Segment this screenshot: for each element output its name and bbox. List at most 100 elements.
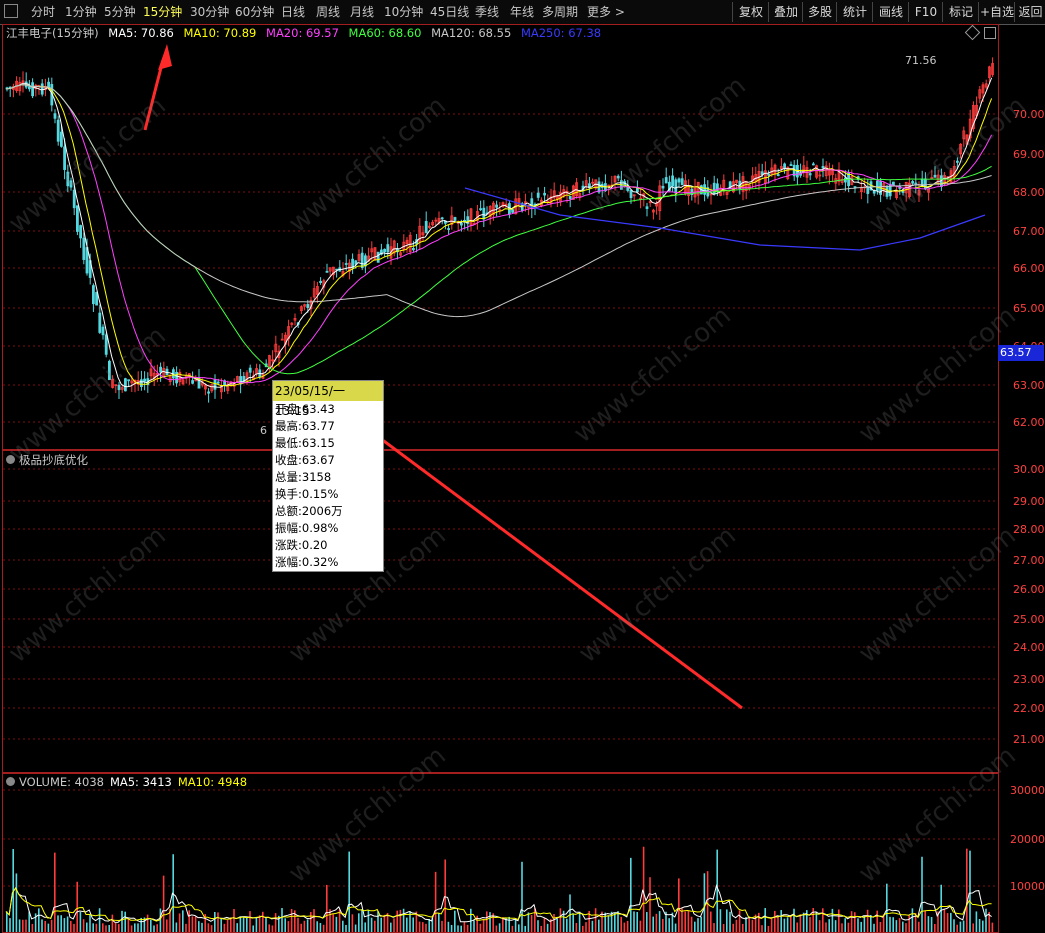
volume-bar — [383, 914, 386, 932]
candle-body — [143, 378, 147, 382]
volume-bar — [578, 911, 581, 932]
candle-body — [789, 164, 793, 166]
candle-body — [306, 304, 310, 308]
volume-bar — [191, 916, 194, 932]
volume-bar — [905, 923, 907, 932]
volume-bar — [818, 920, 821, 932]
volume-bar — [441, 920, 443, 932]
candle-body — [213, 379, 217, 390]
volume-bar — [230, 917, 232, 932]
volume-bar — [268, 924, 270, 932]
volume-ma5-label: MA5: 3413 — [109, 775, 172, 789]
candle-body — [31, 82, 35, 97]
volume-bar — [18, 919, 21, 932]
volume-bar — [473, 920, 475, 932]
indicator-y-tick: 24.00 — [1013, 641, 1045, 654]
volume-bar — [985, 908, 987, 932]
volume-bar — [70, 920, 72, 932]
candle-body — [482, 207, 486, 220]
stock-title: 江丰电子(15分钟) — [6, 26, 99, 40]
ma10-label: MA10: 70.89 — [183, 26, 257, 40]
indicator-y-tick: 30.00 — [1013, 463, 1045, 476]
kline-chart-canvas[interactable] — [0, 0, 1045, 933]
volume-bar — [591, 920, 594, 932]
tooltip-amplitude: 振幅:0.98% — [275, 521, 339, 535]
volume-bar — [63, 918, 66, 932]
volume-bar — [831, 908, 834, 932]
volume-bar — [185, 923, 187, 932]
volume-bar — [418, 921, 421, 932]
volume-bar — [764, 908, 766, 932]
volume-bar — [156, 924, 158, 932]
volume-y-tick: 30000 — [1010, 784, 1045, 797]
volume-bar — [249, 911, 251, 932]
tooltip-volume: 总量:3158 — [275, 470, 332, 484]
volume-bar — [783, 918, 786, 932]
volume-bar — [454, 910, 456, 932]
indicator-y-tick: 29.00 — [1013, 495, 1045, 508]
volume-bar — [457, 925, 459, 932]
tooltip-change-pct: 涨幅:0.32% — [275, 555, 339, 569]
volume-bar — [319, 923, 322, 932]
volume-bar — [313, 909, 315, 932]
volume-bar — [390, 922, 392, 932]
volume-bar — [223, 923, 226, 932]
volume-bar — [367, 909, 370, 932]
volume-bar — [76, 881, 78, 932]
volume-bar — [892, 917, 894, 932]
volume-bar — [594, 908, 597, 932]
window-restore-icon[interactable] — [984, 27, 996, 39]
volume-bar — [566, 918, 568, 932]
volume-bar — [255, 917, 258, 932]
candle-body — [191, 380, 195, 384]
candle-body — [447, 228, 451, 230]
volume-bar — [559, 908, 562, 932]
volume-bar — [553, 913, 555, 932]
volume-bar — [927, 916, 930, 932]
candle-body — [767, 173, 770, 176]
volume-bar — [444, 859, 446, 932]
candle-body — [47, 81, 50, 88]
volume-bar — [162, 875, 165, 932]
volume-bar — [860, 921, 862, 932]
volume-bar — [402, 908, 405, 932]
volume-bar — [146, 914, 149, 932]
volume-bar — [978, 918, 981, 932]
volume-bar — [777, 916, 779, 932]
candle-body — [325, 270, 329, 273]
volume-bar — [44, 921, 46, 932]
volume-bar — [479, 923, 482, 932]
volume-bar — [358, 913, 360, 932]
volume-bar — [38, 908, 40, 932]
volume-bar — [466, 924, 469, 932]
volume-bar — [534, 908, 536, 932]
volume-bar — [982, 920, 984, 932]
volume-bar — [271, 925, 274, 932]
volume-bar — [316, 921, 318, 932]
volume-bar — [114, 922, 117, 932]
circle-icon[interactable] — [6, 777, 15, 786]
candle-body — [376, 251, 380, 263]
volume-bar — [246, 917, 248, 932]
volume-bar — [297, 917, 299, 932]
volume-bar — [694, 921, 696, 932]
candle-body — [783, 163, 786, 169]
candle-body — [459, 222, 463, 226]
volume-bar — [303, 920, 306, 932]
volume-bar — [188, 910, 190, 932]
volume-bar — [572, 913, 574, 932]
candle-body — [677, 178, 681, 183]
volume-bar — [140, 917, 142, 932]
volume-bar — [239, 916, 242, 932]
volume-bar — [895, 920, 898, 932]
candle-body — [139, 379, 143, 387]
volume-bar — [508, 916, 510, 932]
volume-bar — [969, 850, 971, 932]
volume-bar — [406, 917, 408, 932]
volume-bar — [815, 911, 818, 932]
volume-bar — [182, 910, 184, 932]
volume-bar — [655, 913, 658, 932]
volume-bar — [326, 884, 328, 932]
volume-bar — [364, 922, 366, 932]
volume-bar — [684, 911, 686, 932]
